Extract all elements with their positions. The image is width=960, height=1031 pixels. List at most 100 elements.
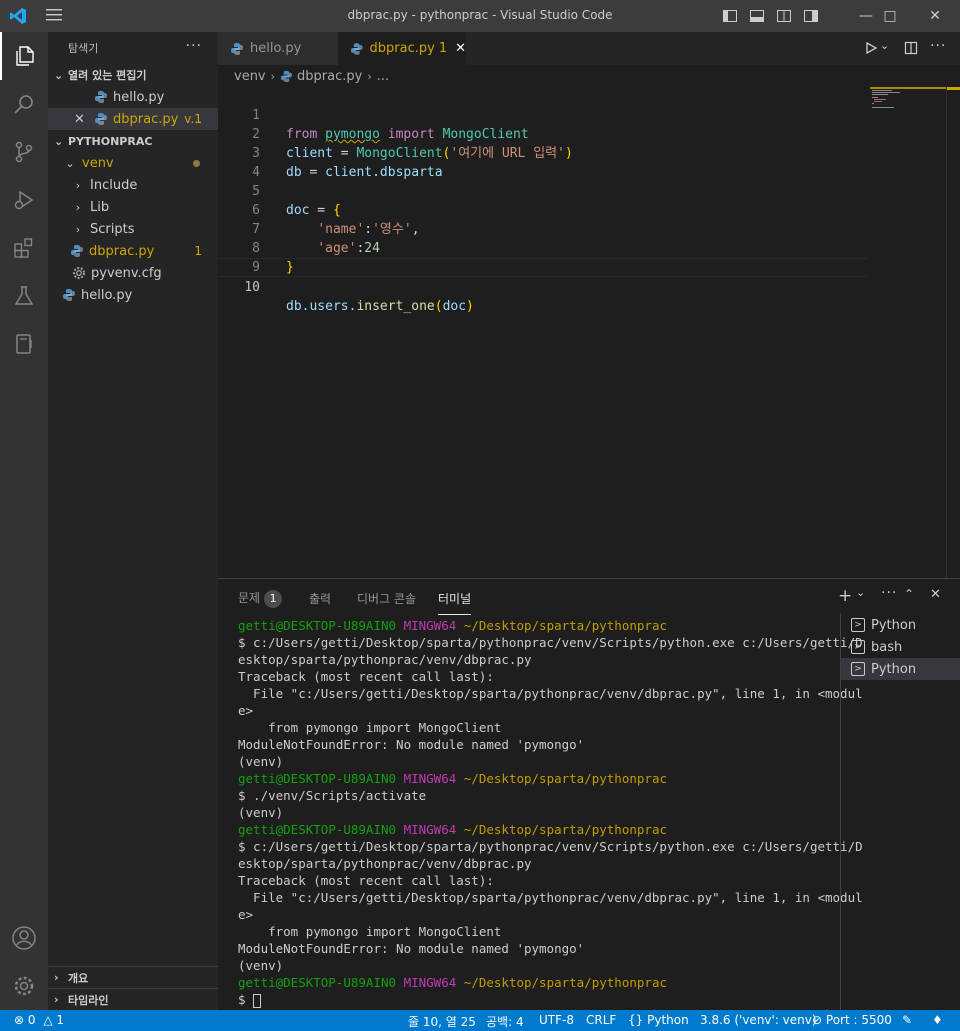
code-token: insert_one <box>356 299 435 314</box>
more-icon[interactable]: ··· <box>186 38 202 54</box>
tab-terminal[interactable]: 터미널 <box>438 590 472 615</box>
tab-problems[interactable]: 문제 1 <box>238 589 283 608</box>
terminal-line: $ c:/Users/getti/Desktop/sparta/pythonpr… <box>238 839 863 854</box>
cursor-position[interactable]: 줄 10, 열 25 <box>408 1013 476 1030</box>
terminal-line: getti@DESKTOP-U89AIN0 MINGW64 ~/Desktop/… <box>238 821 838 838</box>
open-editor-hello[interactable]: hello.py <box>48 86 218 108</box>
project-section[interactable]: ⌄ PYTHONPRAC <box>48 130 218 152</box>
outline-section[interactable]: › 개요 <box>48 966 218 988</box>
gear-icon <box>14 976 34 996</box>
indentation[interactable]: 공백: 4 <box>486 1013 524 1030</box>
language-mode[interactable]: {} Python <box>628 1013 689 1027</box>
folder-scripts[interactable]: › Scripts <box>48 218 218 240</box>
explorer-header: 탐색기 ··· <box>48 32 218 64</box>
python-file-icon <box>63 289 75 301</box>
tab-dbprac[interactable]: dbprac.py 1 ✕ <box>338 32 466 65</box>
timeline-section[interactable]: › 타임라인 <box>48 988 218 1010</box>
python-file-icon <box>95 91 107 103</box>
more-icon[interactable]: ··· <box>881 585 897 601</box>
toggle-panel-icon[interactable] <box>749 8 765 24</box>
line-ending[interactable]: CRLF <box>586 1013 616 1027</box>
tab-label: dbprac.py <box>369 41 435 56</box>
close-icon[interactable]: ✕ <box>74 112 88 127</box>
file-hello[interactable]: hello.py <box>48 284 218 306</box>
toggle-secondary-sidebar-icon[interactable] <box>776 8 792 24</box>
terminal-item-python[interactable]: > Python <box>841 614 960 636</box>
terminal-item-bash[interactable]: > bash <box>841 636 960 658</box>
prompt-host: MINGW64 <box>403 822 457 837</box>
chevron-right-icon: › <box>270 69 276 83</box>
accounts-button[interactable] <box>0 914 48 962</box>
tab-debug-console[interactable]: 디버그 콘솔 <box>357 590 416 607</box>
tab-hello[interactable]: hello.py <box>218 32 338 65</box>
chevron-down-icon[interactable]: ⌄ <box>856 586 865 599</box>
terminal-item-python-active[interactable]: > Python <box>841 658 960 680</box>
testing-button[interactable] <box>0 272 48 320</box>
run-debug-button[interactable] <box>0 176 48 224</box>
folder-venv[interactable]: ⌄ venv <box>48 152 218 174</box>
bell-icon[interactable]: ♦ <box>932 1013 943 1027</box>
code-line-4: 4 <box>218 144 868 180</box>
close-window-button[interactable]: ✕ <box>912 0 958 32</box>
close-icon[interactable]: ✕ <box>930 587 941 602</box>
breadcrumb-file[interactable]: dbprac.py <box>297 69 362 84</box>
prompt-user: getti@DESKTOP-U89AIN0 <box>238 618 397 633</box>
folder-include[interactable]: › Include <box>48 174 218 196</box>
feedback-icon[interactable]: ✎ <box>902 1013 912 1027</box>
remote-explorer-button[interactable] <box>0 320 48 368</box>
tab-output[interactable]: 출력 <box>309 590 331 607</box>
prompt-host: MINGW64 <box>403 618 457 633</box>
breadcrumb-folder[interactable]: venv <box>234 69 266 84</box>
customize-layout-icon[interactable] <box>803 8 819 24</box>
tree-item-label: dbprac.py <box>89 243 155 259</box>
split-icon[interactable] <box>904 41 918 55</box>
error-icon: ⊗ <box>14 1013 25 1027</box>
python-file-icon <box>231 42 243 55</box>
terminal-output[interactable]: getti@DESKTOP-U89AIN0 MINGW64 ~/Desktop/… <box>238 617 863 1009</box>
open-editor-dbprac[interactable]: ✕ dbprac.py v... 1 <box>48 108 218 130</box>
code-token: ( <box>434 299 443 314</box>
explorer-button[interactable] <box>0 32 48 80</box>
terminal-line: ModuleNotFoundError: No module named 'py… <box>238 941 585 956</box>
remote-icon <box>16 334 32 354</box>
account-icon <box>12 926 36 950</box>
breadcrumb-more[interactable]: ... <box>377 69 389 84</box>
toggle-sidebar-icon[interactable] <box>722 8 738 24</box>
file-pyvenv[interactable]: pyvenv.cfg <box>48 262 218 284</box>
terminal-line: from pymongo import MongoClient <box>238 720 502 735</box>
open-editors-section[interactable]: ⌄ 열려 있는 편집기 <box>48 64 218 86</box>
code-token: .users. <box>301 299 357 314</box>
problems-label: 문제 <box>238 591 261 605</box>
python-interpreter[interactable]: 3.8.6 ('venv': venv) <box>700 1013 817 1027</box>
chevron-down-icon: ⌄ <box>54 134 64 148</box>
search-button[interactable] <box>0 80 48 128</box>
modified-dot <box>193 160 200 167</box>
code-line-10: 10 db.users.insert_one(doc) <box>218 258 868 314</box>
manage-button[interactable] <box>0 962 48 1010</box>
folder-lib[interactable]: › Lib <box>48 196 218 218</box>
terminal-line: $ c:/Users/getti/Desktop/sparta/pythonpr… <box>238 635 863 650</box>
activity-bar <box>0 32 48 1010</box>
close-icon[interactable]: ✕ <box>455 41 466 56</box>
minimap[interactable] <box>870 87 946 117</box>
tree-item-label: hello.py <box>81 287 133 303</box>
chevron-down-icon[interactable]: ⌄ <box>880 39 889 52</box>
source-control-button[interactable] <box>0 128 48 176</box>
file-dbprac[interactable]: dbprac.py 1 <box>48 240 218 262</box>
more-icon[interactable]: ··· <box>930 38 946 54</box>
live-server-port[interactable]: ⊘ Port : 5500 <box>812 1013 892 1027</box>
run-icon[interactable] <box>864 41 878 55</box>
encoding[interactable]: UTF-8 <box>539 1013 574 1027</box>
open-editor-label: dbprac.py <box>113 111 179 127</box>
maximize-icon[interactable]: ⌃ <box>904 587 914 601</box>
explorer-sidebar: 탐색기 ··· ⌄ 열려 있는 편집기 hello.py ✕ dbprac.py… <box>48 32 218 1010</box>
plus-icon[interactable]: + <box>838 586 852 606</box>
maximize-button[interactable]: □ <box>867 0 913 32</box>
code-editor[interactable]: 1 from pymongo import MongoClient 2 clie… <box>218 87 960 578</box>
problems-status[interactable]: ⊗ 0 △ 1 <box>14 1013 64 1027</box>
terminal-line: $ ./venv/Scripts/activate <box>238 788 427 803</box>
tree-item-label: Include <box>90 177 138 193</box>
terminal-icon: > <box>851 640 865 654</box>
editor-scrollbar[interactable] <box>946 87 960 578</box>
extensions-button[interactable] <box>0 224 48 272</box>
